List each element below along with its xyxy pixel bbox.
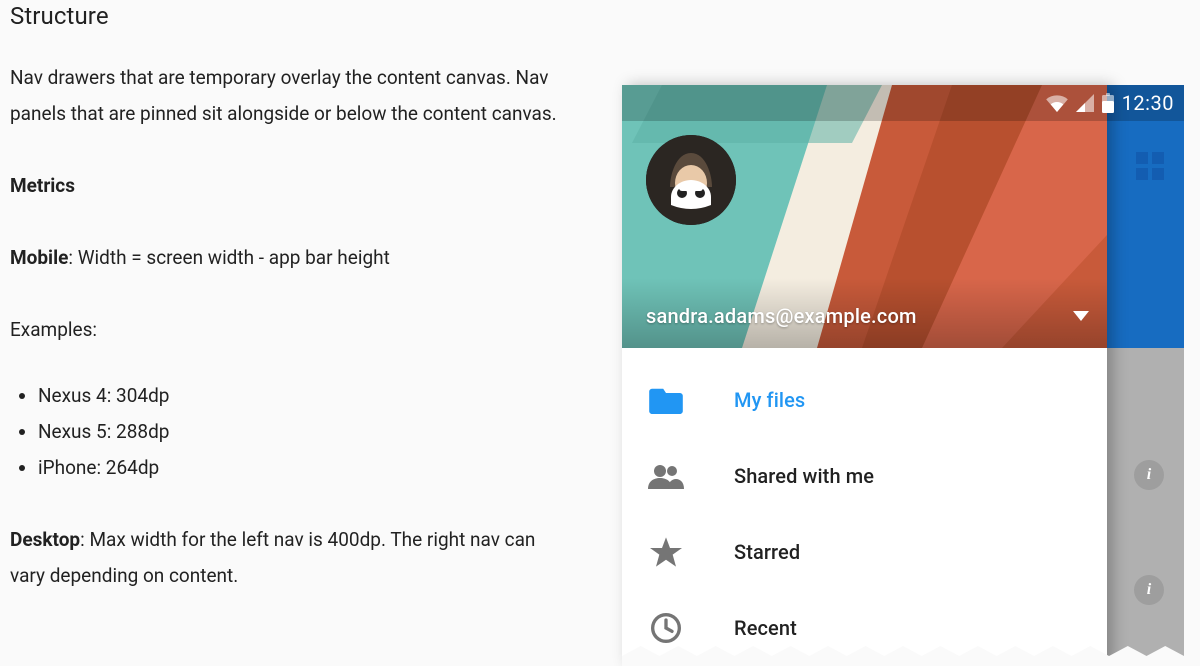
info-icon[interactable]: i — [1134, 460, 1164, 490]
nav-item-label: Recent — [734, 616, 797, 640]
device-mockup: i i 12:30 — [622, 85, 1184, 665]
status-bar: 12:30 — [622, 85, 1184, 121]
account-row[interactable]: sandra.adams@example.com — [646, 304, 1089, 328]
section-heading: Structure — [10, 2, 560, 30]
nav-item-label: My files — [734, 388, 805, 412]
nav-list: My files Shared with me Starred Recent — [622, 348, 1107, 666]
account-avatar[interactable] — [646, 135, 736, 225]
metrics-subheading: Metrics — [10, 168, 560, 204]
doc-column: Structure Nav drawers that are temporary… — [10, 0, 560, 594]
folder-icon — [648, 382, 684, 418]
intro-paragraph: Nav drawers that are temporary overlay t… — [10, 60, 560, 132]
nav-item-label: Starred — [734, 540, 800, 564]
chevron-down-icon — [1073, 311, 1089, 321]
examples-label: Examples: — [10, 312, 560, 348]
examples-list: Nexus 4: 304dp Nexus 5: 288dp iPhone: 26… — [10, 378, 560, 486]
battery-icon — [1102, 93, 1114, 113]
nav-item-label: Shared with me — [734, 464, 874, 488]
clock-time: 12:30 — [1122, 91, 1174, 115]
star-icon — [648, 534, 684, 570]
wifi-icon — [1046, 94, 1068, 112]
people-icon — [648, 458, 684, 494]
info-icon[interactable]: i — [1134, 575, 1164, 605]
clock-icon — [648, 610, 684, 646]
drawer-header: sandra.adams@example.com — [622, 85, 1107, 348]
example-item: Nexus 4: 304dp — [38, 378, 560, 414]
mobile-rule: Mobile: Width = screen width - app bar h… — [10, 240, 560, 276]
nav-drawer: sandra.adams@example.com My files Shared… — [622, 85, 1107, 665]
nav-item-starred[interactable]: Starred — [622, 514, 1107, 590]
cellular-icon — [1076, 94, 1094, 112]
desktop-rule: Desktop: Max width for the left nav is 4… — [10, 522, 560, 594]
example-item: iPhone: 264dp — [38, 450, 560, 486]
account-email: sandra.adams@example.com — [646, 304, 917, 328]
nav-item-my-files[interactable]: My files — [622, 362, 1107, 438]
nav-item-shared-with-me[interactable]: Shared with me — [622, 438, 1107, 514]
example-item: Nexus 5: 288dp — [38, 414, 560, 450]
